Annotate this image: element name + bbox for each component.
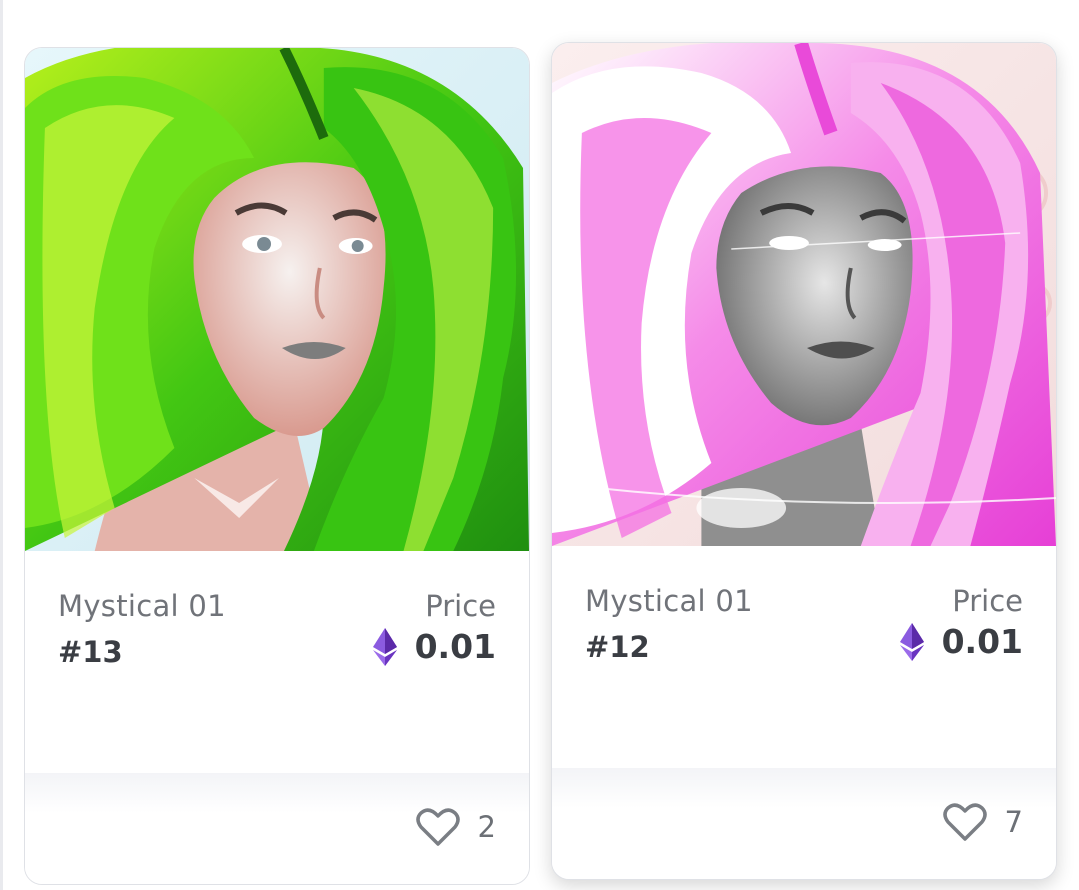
collection-name: Mystical 01 bbox=[585, 584, 753, 618]
left-divider bbox=[0, 0, 3, 890]
like-button[interactable]: 2 bbox=[415, 807, 496, 847]
card-info: Mystical 01 #12 Price 0.01 bbox=[552, 546, 1056, 768]
token-id: #13 bbox=[58, 635, 123, 669]
token-id: #12 bbox=[585, 630, 650, 664]
collection-name: Mystical 01 bbox=[58, 589, 226, 623]
nft-card-12[interactable]: Mystical 01 #12 Price 0.01 7 bbox=[551, 42, 1057, 880]
card-footer: 7 bbox=[552, 768, 1056, 879]
nft-card-13[interactable]: Mystical 01 #13 Price 0.01 2 bbox=[24, 47, 530, 885]
card-info: Mystical 01 #13 Price 0.01 bbox=[25, 551, 529, 773]
card-footer: 2 bbox=[25, 773, 529, 884]
price-label: Price bbox=[952, 584, 1023, 618]
ethereum-icon bbox=[899, 622, 924, 661]
like-count: 2 bbox=[477, 810, 496, 844]
price-value: 0.01 bbox=[941, 622, 1023, 661]
price-value: 0.01 bbox=[414, 627, 496, 666]
nft-artwork-green-hair[interactable] bbox=[25, 48, 529, 551]
heart-outline-icon[interactable] bbox=[942, 802, 987, 842]
nft-artwork-pink-hair[interactable] bbox=[552, 43, 1056, 546]
like-count: 7 bbox=[1004, 805, 1023, 839]
heart-outline-icon[interactable] bbox=[415, 807, 460, 847]
ethereum-icon bbox=[372, 627, 397, 666]
price-label: Price bbox=[425, 589, 496, 623]
price-row: 0.01 bbox=[899, 622, 1023, 661]
price-row: 0.01 bbox=[372, 627, 496, 666]
like-button[interactable]: 7 bbox=[942, 802, 1023, 842]
